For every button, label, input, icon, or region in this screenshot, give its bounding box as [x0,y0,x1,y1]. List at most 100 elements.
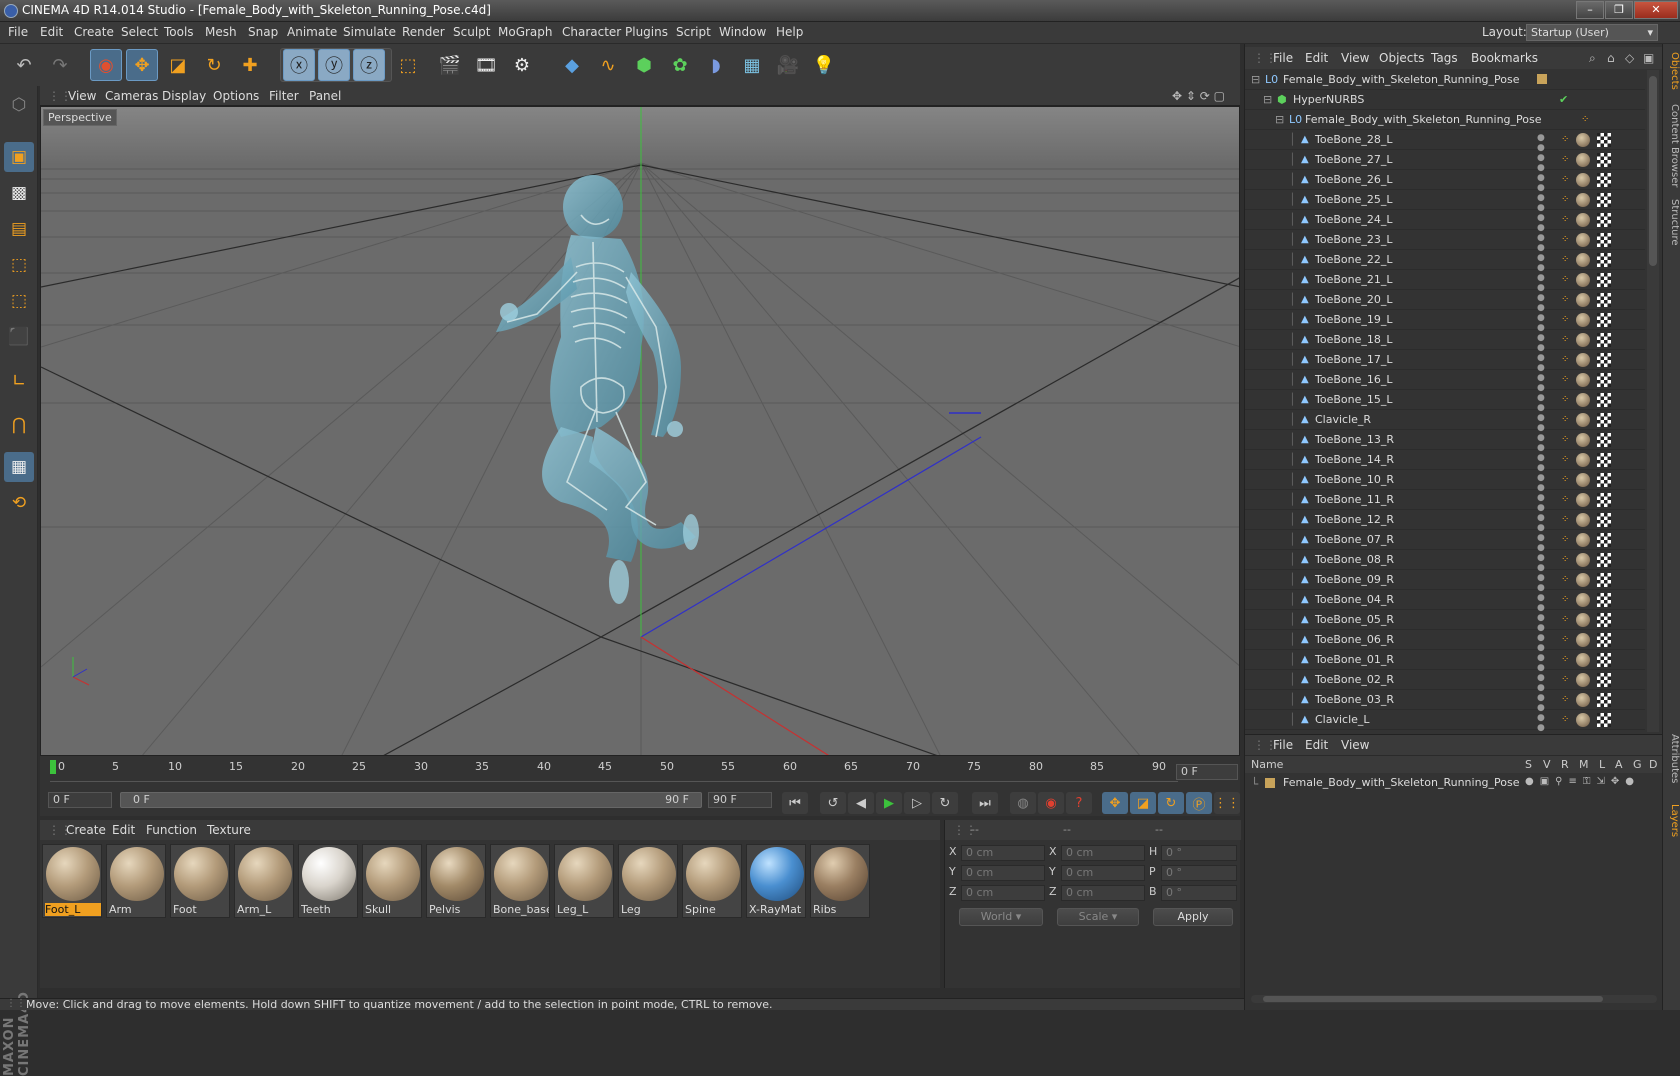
object-row-bone[interactable]: │ ▲ ToeBone_01_R ● ● ⁘ [1245,650,1645,673]
object-menu-tags[interactable]: Tags [1431,51,1458,65]
menu-edit[interactable]: Edit [40,25,63,39]
timeline-track[interactable] [50,760,1178,782]
live-selection-icon[interactable]: ◉ [90,49,122,81]
texture-tag-icon[interactable] [1597,513,1611,527]
object-row-bone[interactable]: │ ▲ ToeBone_18_L ● ● ⁘ [1245,330,1645,353]
frame-range-slider[interactable]: 0 F 90 F [120,792,702,808]
skin-tag-icon[interactable]: ⁘ [1561,434,1571,446]
viewport-menu-panel[interactable]: Panel [309,89,341,103]
layer-row[interactable]: └ Female_Body_with_Skeleton_Running_Pose… [1245,773,1663,793]
layer-horizontal-scrollbar[interactable] [1251,995,1657,1003]
material-tag-icon[interactable] [1576,333,1590,347]
floor-icon[interactable]: ▦ [736,49,768,81]
object-row-bone[interactable]: │ ▲ ToeBone_10_R ● ● ⁘ [1245,470,1645,493]
record-parameter-icon[interactable]: Ⓟ [1186,792,1212,814]
end-frame-field[interactable]: 90 F [708,792,772,808]
object-row-bone[interactable]: │ ▲ ToeBone_22_L ● ● ⁘ [1245,250,1645,273]
perspective-viewport[interactable]: Perspective [40,106,1240,756]
object-row-bone[interactable]: │ ▲ ToeBone_13_R ● ● ⁘ [1245,430,1645,453]
timeline-ruler[interactable]: 0 5 10 15 20 25 30 35 40 45 50 55 60 65 … [40,756,1240,788]
timeline-playhead[interactable] [50,760,56,774]
menu-character[interactable]: Character [562,25,621,39]
tab-content-browser[interactable]: Content Browser [1664,104,1680,187]
material-tag-icon[interactable] [1576,353,1590,367]
object-row-bone[interactable]: │ ▲ ToeBone_04_R ● ● ⁘ [1245,590,1645,613]
texture-tag-icon[interactable] [1597,333,1611,347]
menu-snap[interactable]: Snap [248,25,278,39]
object-row-bone[interactable]: │ ▲ ToeBone_28_L ● ● ⁘ [1245,130,1645,153]
material-tag-icon[interactable] [1576,493,1590,507]
menu-script[interactable]: Script [676,25,711,39]
size-x-field[interactable]: 0 cm [1061,845,1145,861]
skin-tag-icon[interactable]: ⁘ [1561,454,1571,466]
material-tag-icon[interactable] [1576,253,1590,267]
texture-tag-icon[interactable] [1597,613,1611,627]
menu-sculpt[interactable]: Sculpt [453,25,490,39]
skin-tag-icon[interactable]: ⁘ [1561,154,1571,166]
material-tag-icon[interactable] [1576,273,1590,287]
skin-tag-icon[interactable]: ⁘ [1561,554,1571,566]
skin-tag-icon[interactable]: ⁘ [1561,334,1571,346]
texture-tag-icon[interactable] [1597,593,1611,607]
make-editable-icon[interactable]: ⬡ [4,90,34,120]
skin-tag-icon[interactable]: ⁘ [1561,374,1571,386]
edges-mode-icon[interactable]: ⬚ [4,286,34,316]
object-row-bone[interactable]: │ ▲ ToeBone_05_R ● ● ⁘ [1245,610,1645,633]
material-menu-texture[interactable]: Texture [207,823,251,837]
scrollbar-thumb[interactable] [1263,996,1603,1002]
tab-structure[interactable]: Structure [1664,199,1680,246]
render-view-icon[interactable]: 🎬 [434,49,466,81]
rotation-b-field[interactable]: 0 ° [1161,885,1237,901]
material-tag-icon[interactable] [1576,613,1590,627]
object-menu-view[interactable]: View [1341,51,1369,65]
material-swatch[interactable]: Foot_L [42,844,102,918]
object-menu-file[interactable]: File [1273,51,1293,65]
object-row-hypernurbs[interactable]: ⊟ ⬢ HyperNURBS ✔ [1245,90,1645,110]
skin-tag-icon[interactable]: ⁘ [1561,234,1571,246]
filter-icon[interactable]: ◇ [1625,51,1634,65]
material-swatch[interactable]: Leg [618,844,678,918]
render-settings-icon[interactable]: ⚙ [506,49,538,81]
skin-tag-icon[interactable]: ⁘ [1561,614,1571,626]
skin-tag-icon[interactable]: ⁘ [1561,514,1571,526]
workplane-lock-icon[interactable]: ▦ [4,452,34,482]
texture-tag-icon[interactable] [1597,573,1611,587]
menu-window[interactable]: Window [719,25,766,39]
object-row-bone[interactable]: │ ▲ ToeBone_02_R ● ● ⁘ [1245,670,1645,693]
layer-menu-view[interactable]: View [1341,738,1369,752]
position-y-field[interactable]: 0 cm [961,865,1045,881]
skin-tag-icon[interactable]: ⁘ [1561,654,1571,666]
skin-tag-icon[interactable]: ⁘ [1561,354,1571,366]
redo-icon[interactable]: ↷ [44,49,76,81]
material-tag-icon[interactable] [1576,153,1590,167]
viewport-menu-view[interactable]: View [68,89,96,103]
texture-tag-icon[interactable] [1597,193,1611,207]
apply-button[interactable]: Apply [1153,908,1233,926]
record-position-icon[interactable]: ✥ [1102,792,1128,814]
record-scale-icon[interactable]: ◪ [1130,792,1156,814]
object-row-bone[interactable]: │ ▲ ToeBone_14_R ● ● ⁘ [1245,450,1645,473]
world-dropdown[interactable]: World ▾ [959,908,1043,926]
snap-icon[interactable]: ⋂ [4,410,34,440]
material-tag-icon[interactable] [1576,533,1590,547]
cube-icon[interactable]: ◆ [556,49,588,81]
material-menu-create[interactable]: Create [66,823,106,837]
texture-tag-icon[interactable] [1597,253,1611,267]
skin-tag-icon[interactable]: ⁘ [1561,214,1571,226]
material-tag-icon[interactable] [1576,413,1590,427]
texture-tag-icon[interactable] [1597,473,1611,487]
texture-tag-icon[interactable] [1597,553,1611,567]
menu-mesh[interactable]: Mesh [205,25,237,39]
record-point-level-icon[interactable]: ⋮⋮ [1214,792,1240,814]
material-swatch[interactable]: Spine [682,844,742,918]
material-tag-icon[interactable] [1576,293,1590,307]
menu-tools[interactable]: Tools [164,25,194,39]
material-tag-icon[interactable] [1576,673,1590,687]
layer-menu-edit[interactable]: Edit [1305,738,1328,752]
axis-mode-icon[interactable]: ∟ [4,366,34,396]
menu-simulate[interactable]: Simulate [343,25,396,39]
material-menu-function[interactable]: Function [146,823,197,837]
object-row-bone[interactable]: │ ▲ Clavicle_R ● ● ⁘ [1245,410,1645,433]
object-menu-edit[interactable]: Edit [1305,51,1328,65]
next-frame-icon[interactable]: ▷ [904,792,930,814]
